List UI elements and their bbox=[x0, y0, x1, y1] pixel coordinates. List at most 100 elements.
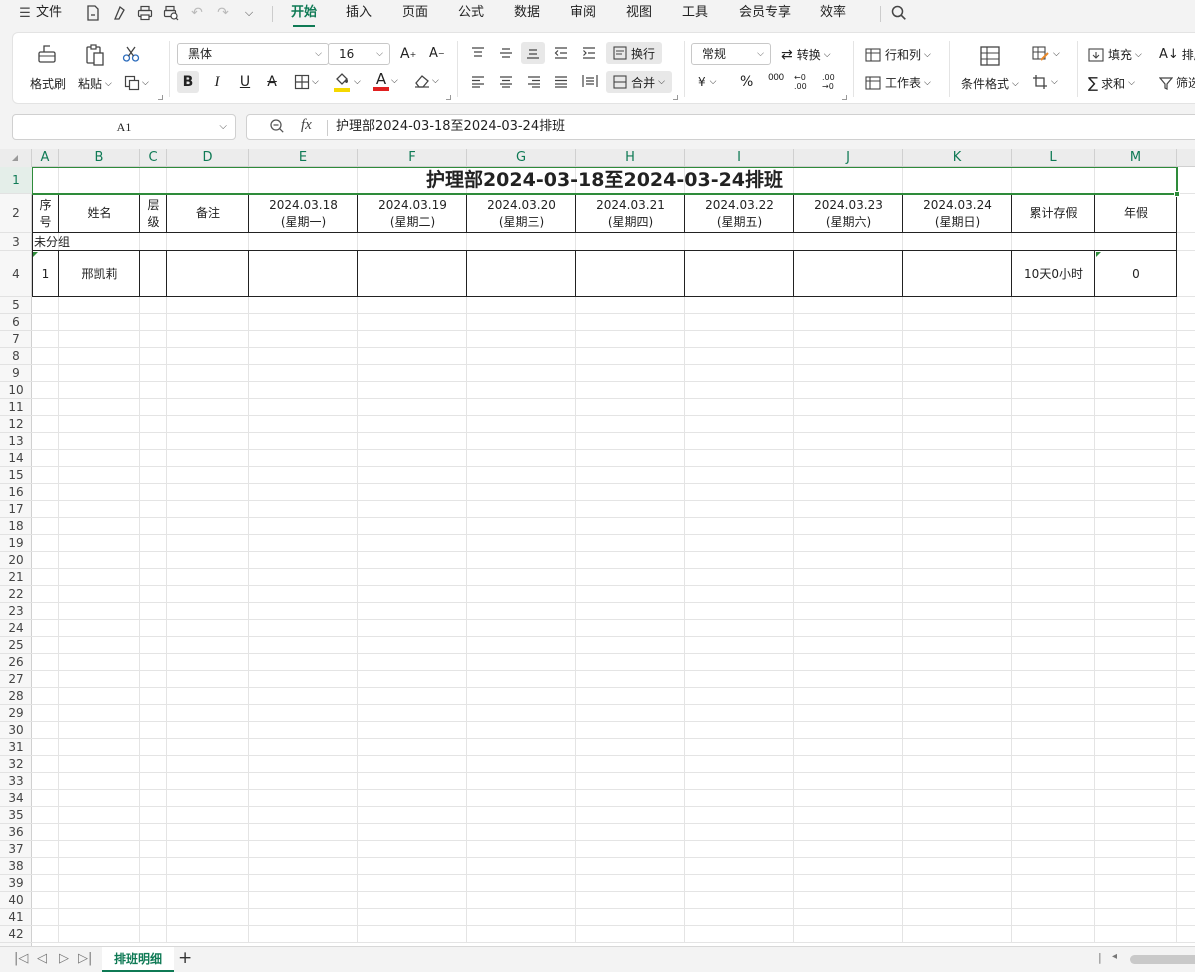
row-header-10[interactable]: 10 bbox=[0, 382, 32, 399]
italic-button[interactable]: I bbox=[209, 71, 225, 93]
column-header-f[interactable]: F bbox=[358, 149, 467, 167]
row-header-14[interactable]: 14 bbox=[0, 450, 32, 467]
column-header-j[interactable]: J bbox=[794, 149, 903, 167]
header-note-cell[interactable]: 备注 bbox=[167, 194, 249, 233]
align-center-icon[interactable] bbox=[499, 76, 513, 88]
clear-format-button[interactable]: ⌵ bbox=[414, 74, 439, 88]
row-header-41[interactable]: 41 bbox=[0, 909, 32, 926]
record-leave-cell[interactable]: 10天0小时 bbox=[1012, 251, 1095, 297]
increase-font-icon[interactable]: A + bbox=[400, 46, 416, 62]
hamburger-menu-icon[interactable]: ☰ bbox=[15, 3, 35, 23]
header-day-2-cell[interactable]: 2024.03.19 (星期二) bbox=[358, 194, 467, 233]
format-painter-icon[interactable] bbox=[36, 43, 58, 65]
header-day-5-cell[interactable]: 2024.03.22 (星期五) bbox=[685, 194, 794, 233]
formula-input[interactable]: fx 护理部2024-03-18至2024-03-24排班 bbox=[246, 114, 1195, 140]
column-header-d[interactable]: D bbox=[167, 149, 249, 167]
row-header-36[interactable]: 36 bbox=[0, 824, 32, 841]
copy-button[interactable]: ⌵ bbox=[124, 75, 149, 91]
tab-tools[interactable]: 工具 bbox=[682, 0, 708, 26]
record-annual-cell[interactable]: 0 bbox=[1095, 251, 1177, 297]
column-header-b[interactable]: B bbox=[59, 149, 140, 167]
fill-handle[interactable] bbox=[1174, 191, 1180, 197]
header-day-6-cell[interactable]: 2024.03.23 (星期六) bbox=[794, 194, 903, 233]
scroll-left-icon[interactable]: ◂ bbox=[1112, 951, 1117, 962]
open-file-icon[interactable] bbox=[109, 3, 129, 23]
font-color-button[interactable]: A ⌵ bbox=[373, 70, 398, 92]
row-header-40[interactable]: 40 bbox=[0, 892, 32, 909]
increase-decimal-button[interactable]: ←0 .00 bbox=[794, 73, 816, 91]
row-header-33[interactable]: 33 bbox=[0, 773, 32, 790]
row-header-27[interactable]: 27 bbox=[0, 671, 32, 688]
record-name-cell[interactable]: 邢凯莉 bbox=[59, 251, 140, 297]
currency-button[interactable]: ¥ ⌵ bbox=[698, 75, 716, 89]
cell-style-button[interactable]: ⌵ bbox=[1032, 46, 1060, 62]
worksheet-button[interactable]: 工作表 ⌵ bbox=[865, 74, 931, 91]
tab-review[interactable]: 审阅 bbox=[570, 0, 596, 26]
tab-home[interactable]: 开始 bbox=[291, 0, 317, 27]
row-header-29[interactable]: 29 bbox=[0, 705, 32, 722]
row-header-42[interactable]: 42 bbox=[0, 926, 32, 943]
align-bottom-icon[interactable] bbox=[521, 42, 545, 64]
row-header-21[interactable]: 21 bbox=[0, 569, 32, 586]
column-header-g[interactable]: G bbox=[467, 149, 576, 167]
row-header-23[interactable]: 23 bbox=[0, 603, 32, 620]
row-header-38[interactable]: 38 bbox=[0, 858, 32, 875]
decrease-font-icon[interactable]: A − bbox=[429, 46, 445, 61]
group-label-cell[interactable]: 未分组 bbox=[34, 233, 234, 251]
filter-button[interactable]: 筛选 bbox=[1159, 74, 1195, 91]
row-column-button[interactable]: 行和列 ⌵ bbox=[865, 46, 931, 63]
tab-insert[interactable]: 插入 bbox=[346, 0, 372, 26]
increase-indent-icon[interactable] bbox=[582, 47, 596, 59]
header-day-4-cell[interactable]: 2024.03.21 (星期四) bbox=[576, 194, 685, 233]
underline-button[interactable]: U bbox=[237, 71, 253, 93]
zoom-icon[interactable] bbox=[269, 118, 285, 138]
header-name-cell[interactable]: 姓名 bbox=[59, 194, 140, 233]
cells-area[interactable]: 护理部2024-03-18至2024-03-24排班 序 号 姓名 层 级 备注… bbox=[32, 167, 1195, 946]
column-header-m[interactable]: M bbox=[1095, 149, 1177, 167]
header-seq-cell[interactable]: 序 号 bbox=[32, 194, 59, 233]
last-sheet-icon[interactable]: ▷| bbox=[78, 951, 92, 966]
fill-button[interactable]: 填充 ⌵ bbox=[1088, 46, 1142, 63]
header-annual-cell[interactable]: 年假 bbox=[1095, 194, 1177, 233]
header-day-1-cell[interactable]: 2024.03.18 (星期一) bbox=[249, 194, 358, 233]
row-header-13[interactable]: 13 bbox=[0, 433, 32, 450]
row-header-8[interactable]: 8 bbox=[0, 348, 32, 365]
number-format-select[interactable]: 常规 ⌵ bbox=[691, 43, 771, 65]
column-header-h[interactable]: H bbox=[576, 149, 685, 167]
row-header-39[interactable]: 39 bbox=[0, 875, 32, 892]
row-header-22[interactable]: 22 bbox=[0, 586, 32, 603]
row-header-4[interactable]: 4 bbox=[0, 251, 32, 297]
row-header-24[interactable]: 24 bbox=[0, 620, 32, 637]
row-header-3[interactable]: 3 bbox=[0, 233, 32, 251]
column-header-k[interactable]: K bbox=[903, 149, 1012, 167]
decrease-indent-icon[interactable] bbox=[554, 47, 568, 59]
tab-member[interactable]: 会员专享 bbox=[739, 0, 791, 26]
clipboard-dialog-launcher[interactable] bbox=[158, 95, 163, 100]
crop-button[interactable]: ⌵ bbox=[1032, 74, 1058, 90]
decrease-decimal-button[interactable]: .00 →0 bbox=[822, 73, 844, 91]
row-header-11[interactable]: 11 bbox=[0, 399, 32, 416]
tab-view[interactable]: 视图 bbox=[626, 0, 652, 26]
row-header-26[interactable]: 26 bbox=[0, 654, 32, 671]
paste-button[interactable]: 粘贴 ⌵ bbox=[78, 75, 112, 92]
tab-data[interactable]: 数据 bbox=[514, 0, 540, 26]
borders-button[interactable]: ⌵ bbox=[294, 74, 319, 90]
justify-icon[interactable] bbox=[554, 76, 568, 88]
row-header-6[interactable]: 6 bbox=[0, 314, 32, 331]
row-header-30[interactable]: 30 bbox=[0, 722, 32, 739]
undo-icon[interactable]: ↶ bbox=[187, 3, 207, 23]
row-header-12[interactable]: 12 bbox=[0, 416, 32, 433]
conditional-format-icon[interactable] bbox=[979, 45, 1001, 67]
file-menu[interactable]: 文件 bbox=[36, 0, 62, 26]
row-header-37[interactable]: 37 bbox=[0, 841, 32, 858]
distributed-align-icon[interactable] bbox=[582, 74, 598, 88]
strikethrough-button[interactable]: A bbox=[264, 71, 280, 93]
next-sheet-icon[interactable]: ▷ bbox=[59, 951, 69, 966]
sheet-tab[interactable]: 排班明细 bbox=[102, 947, 174, 972]
alignment-dialog-launcher[interactable] bbox=[673, 95, 678, 100]
name-box[interactable]: A1 ⌵ bbox=[12, 114, 236, 140]
print-icon[interactable] bbox=[135, 3, 155, 23]
sort-button[interactable]: A↓排序 bbox=[1159, 46, 1195, 63]
row-header-19[interactable]: 19 bbox=[0, 535, 32, 552]
row-header-18[interactable]: 18 bbox=[0, 518, 32, 535]
